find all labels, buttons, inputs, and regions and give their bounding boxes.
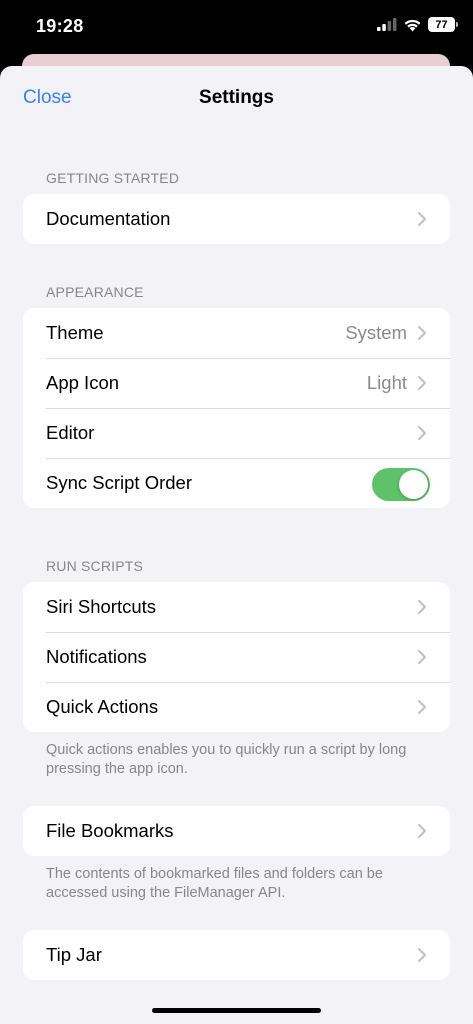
- row-label: Quick Actions: [46, 696, 159, 717]
- settings-sheet: Close Settings GETTING STARTED Documenta…: [0, 66, 473, 1024]
- row-value: Light: [366, 372, 407, 393]
- row-siri-shortcuts[interactable]: Siri Shortcuts: [23, 582, 450, 632]
- row-label: Siri Shortcuts: [46, 596, 157, 617]
- section-header-appearance: APPEARANCE: [46, 284, 144, 300]
- status-time: 19:28: [36, 16, 84, 36]
- battery-level: 77: [435, 18, 448, 31]
- page-title: Settings: [199, 87, 274, 108]
- row-notifications[interactable]: Notifications: [23, 632, 450, 682]
- row-file-bookmarks[interactable]: File Bookmarks: [23, 806, 450, 856]
- chevron-right-icon: [417, 699, 427, 715]
- sync-script-order-toggle[interactable]: [372, 468, 430, 501]
- footer-file-bookmarks: The contents of bookmarked files and fol…: [46, 866, 383, 901]
- chevron-right-icon: [417, 425, 427, 441]
- row-label: Notifications: [46, 646, 147, 667]
- row-label: Documentation: [46, 208, 171, 229]
- chevron-right-icon: [417, 649, 427, 665]
- wifi-icon: [404, 19, 421, 31]
- status-icons: 77: [377, 17, 458, 32]
- row-value: System: [345, 322, 407, 343]
- chevron-right-icon: [417, 325, 427, 341]
- chevron-right-icon: [417, 599, 427, 615]
- footer-quick-actions: Quick actions enables you to quickly run…: [46, 742, 407, 777]
- row-documentation[interactable]: Documentation: [23, 194, 450, 244]
- group-getting-started: Documentation: [23, 194, 450, 244]
- section-header-run-scripts: RUN SCRIPTS: [46, 558, 144, 574]
- row-quick-actions[interactable]: Quick Actions: [23, 682, 450, 732]
- chevron-right-icon: [417, 211, 427, 227]
- group-run-scripts: Siri Shortcuts Notifications Quick Actio…: [23, 582, 450, 732]
- row-editor[interactable]: Editor: [23, 408, 450, 458]
- status-bar: 19:28 77: [0, 0, 473, 56]
- row-label: Theme: [46, 322, 104, 343]
- home-indicator[interactable]: [152, 1008, 321, 1013]
- row-label: App Icon: [46, 372, 120, 393]
- chevron-right-icon: [417, 947, 427, 963]
- toggle-knob: [399, 470, 428, 499]
- row-tip-jar[interactable]: Tip Jar: [23, 930, 450, 980]
- chevron-right-icon: [417, 823, 427, 839]
- row-theme[interactable]: Theme System: [23, 308, 450, 358]
- chevron-right-icon: [417, 375, 427, 391]
- cellular-signal-icon: [377, 18, 397, 31]
- battery-icon: 77: [428, 17, 458, 32]
- group-tip-jar: Tip Jar: [23, 930, 450, 980]
- row-label: Editor: [46, 422, 95, 443]
- group-bookmarks: File Bookmarks: [23, 806, 450, 856]
- group-appearance: Theme System App Icon Light Editor Sync …: [23, 308, 450, 508]
- row-app-icon[interactable]: App Icon Light: [23, 358, 450, 408]
- row-label: Sync Script Order: [46, 472, 192, 493]
- row-label: Tip Jar: [46, 944, 102, 965]
- row-sync-script-order: Sync Script Order: [23, 458, 450, 508]
- row-label: File Bookmarks: [46, 820, 174, 841]
- section-header-getting-started: GETTING STARTED: [46, 170, 180, 186]
